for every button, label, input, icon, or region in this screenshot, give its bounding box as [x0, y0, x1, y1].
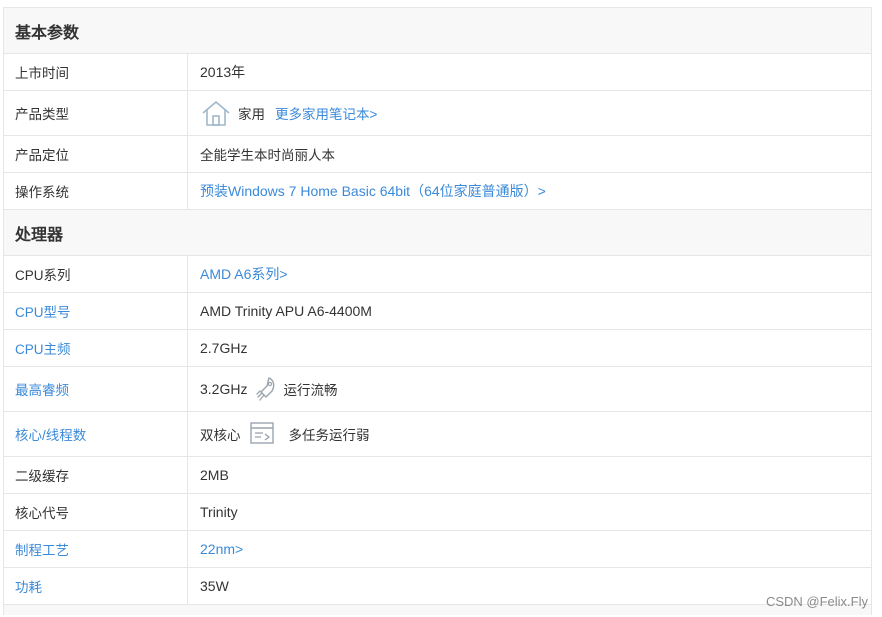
spec-label-link[interactable]: CPU主频 — [4, 330, 188, 366]
spec-label: 产品定位 — [4, 136, 188, 172]
spec-row-l2-cache: 二级缓存 2MB — [4, 457, 871, 494]
spec-label-link[interactable]: CPU型号 — [4, 293, 188, 329]
spec-row-cpu-freq: CPU主频 2.7GHz — [4, 330, 871, 367]
spec-value-text: 全能学生本时尚丽人本 — [200, 148, 335, 163]
spec-value: 22nm> — [188, 531, 871, 567]
spec-label-link[interactable]: 最高睿频 — [4, 367, 188, 411]
spec-value-text: 35W — [200, 578, 229, 594]
spec-row-codename: 核心代号 Trinity — [4, 494, 871, 531]
watermark: CSDN @Felix.Fly — [765, 594, 868, 609]
spec-value-text: AMD Trinity APU A6-4400M — [200, 303, 372, 319]
spec-table: 基本参数 上市时间 2013年 产品类型 家用 更多家用笔记本> 产品定位 全能… — [3, 7, 872, 615]
spec-row-cores-threads: 核心/线程数 双核心 多任务运行弱 — [4, 412, 871, 457]
spec-value-text: 2.7GHz — [200, 340, 248, 356]
spec-label-link[interactable]: 制程工艺 — [4, 531, 188, 567]
process-link[interactable]: 22nm> — [200, 541, 243, 557]
spec-value: 预装Windows 7 Home Basic 64bit（64位家庭普通版）> — [188, 173, 871, 209]
spec-value-text: 双核心 — [200, 428, 241, 443]
spec-value: AMD Trinity APU A6-4400M — [188, 293, 871, 329]
more-home-laptops-link[interactable]: 更多家用笔记本> — [275, 103, 377, 123]
rocket-icon — [255, 376, 277, 402]
spec-label-link[interactable]: 功耗 — [4, 568, 188, 604]
spec-label: 产品类型 — [4, 91, 188, 135]
section-title: 处理器 — [15, 226, 64, 244]
os-link[interactable]: 预装Windows 7 Home Basic 64bit（64位家庭普通版）> — [200, 181, 546, 201]
spec-row-os: 操作系统 预装Windows 7 Home Basic 64bit（64位家庭普… — [4, 173, 871, 210]
spec-value: Trinity — [188, 494, 871, 530]
spec-note: 运行流畅 — [283, 383, 338, 398]
next-section-strip — [4, 605, 871, 615]
section-title: 基本参数 — [15, 24, 80, 42]
spec-label: 上市时间 — [4, 54, 188, 90]
spec-value-text: 2MB — [200, 467, 229, 483]
spec-row-turbo-freq: 最高睿频 3.2GHz 运行流畅 — [4, 367, 871, 412]
spec-value: AMD A6系列> — [188, 256, 871, 292]
spec-value-text: 2013年 — [200, 64, 246, 80]
spec-value: 2MB — [188, 457, 871, 493]
spec-label: 核心代号 — [4, 494, 188, 530]
spec-note: 多任务运行弱 — [288, 428, 370, 443]
multitask-icon — [249, 421, 277, 447]
spec-row-release-date: 上市时间 2013年 — [4, 54, 871, 91]
spec-value: 2013年 — [188, 54, 871, 90]
spec-row-positioning: 产品定位 全能学生本时尚丽人本 — [4, 136, 871, 173]
spec-label-link[interactable]: 核心/线程数 — [4, 412, 188, 456]
spec-value: 3.2GHz 运行流畅 — [188, 367, 871, 411]
spec-value-text: 家用 — [238, 107, 265, 122]
spec-row-cpu-model: CPU型号 AMD Trinity APU A6-4400M — [4, 293, 871, 330]
spec-value: 2.7GHz — [188, 330, 871, 366]
spec-label: CPU系列 — [4, 256, 188, 292]
spec-row-cpu-series: CPU系列 AMD A6系列> — [4, 256, 871, 293]
spec-label: 操作系统 — [4, 173, 188, 209]
spec-value: 全能学生本时尚丽人本 — [188, 136, 871, 172]
section-header-basic: 基本参数 — [4, 8, 871, 54]
spec-value: 双核心 多任务运行弱 — [188, 412, 871, 456]
spec-value: 家用 更多家用笔记本> — [188, 91, 871, 135]
spec-row-power: 功耗 35W — [4, 568, 871, 605]
spec-value-text: Trinity — [200, 504, 238, 520]
house-icon — [200, 99, 232, 127]
spec-label: 二级缓存 — [4, 457, 188, 493]
spec-row-product-type: 产品类型 家用 更多家用笔记本> — [4, 91, 871, 136]
spec-row-process: 制程工艺 22nm> — [4, 531, 871, 568]
cpu-series-link[interactable]: AMD A6系列> — [200, 264, 288, 284]
spec-value-text: 3.2GHz — [200, 381, 248, 397]
section-header-processor: 处理器 — [4, 210, 871, 256]
